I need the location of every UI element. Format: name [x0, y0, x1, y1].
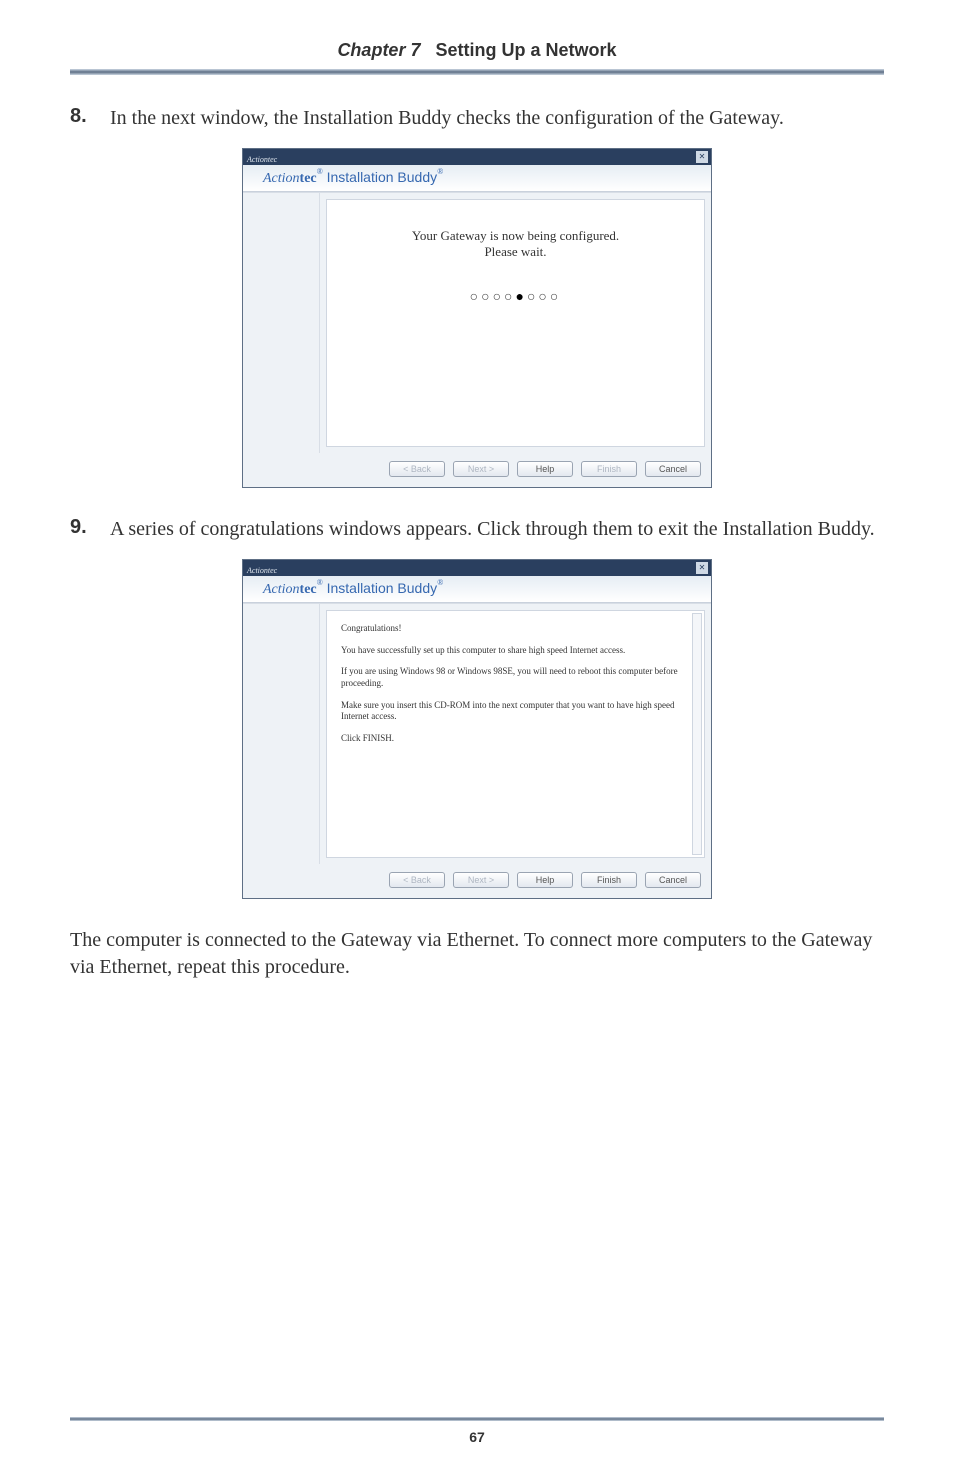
step-text: In the next window, the Installation Bud…	[110, 105, 884, 132]
brand: Actiontec® Installation Buddy®	[263, 582, 443, 597]
step-9: 9. A series of congratulations windows a…	[70, 516, 884, 543]
footer-rule	[70, 1417, 884, 1421]
cancel-button[interactable]: Cancel	[645, 461, 701, 477]
brand-tec: tec	[300, 171, 317, 186]
step-number: 8.	[70, 105, 110, 132]
main-panel: Congratulations! You have successfully s…	[326, 610, 705, 858]
close-icon[interactable]: ✕	[696, 151, 708, 163]
configure-message-2: Please wait.	[347, 244, 684, 260]
page-number: 67	[70, 1429, 884, 1445]
titlebar-label: Actiontec	[243, 566, 277, 575]
congrats-line-1: Congratulations!	[341, 623, 684, 635]
titlebar-label: Actiontec	[243, 155, 277, 164]
step-number: 9.	[70, 516, 110, 543]
brand-action: Action	[263, 171, 300, 186]
finish-button[interactable]: Finish	[581, 872, 637, 888]
dialog-footer: < Back Next > Help Finish Cancel	[243, 453, 711, 487]
side-column	[243, 193, 320, 453]
header-rule	[70, 69, 884, 75]
titlebar: Actiontec ✕	[243, 149, 711, 165]
brand: Actiontec® Installation Buddy®	[263, 171, 443, 186]
dialog-body: Your Gateway is now being configured. Pl…	[243, 192, 711, 453]
progress-dots: ○○○○●○○○	[347, 290, 684, 306]
chapter-title: Setting Up a Network	[436, 40, 617, 60]
congrats-line-5: Click FINISH.	[341, 733, 684, 745]
configure-message-1: Your Gateway is now being configured.	[347, 228, 684, 244]
congrats-text: Congratulations! You have successfully s…	[341, 623, 684, 745]
brand-action: Action	[263, 582, 300, 597]
back-button: < Back	[389, 872, 445, 888]
step-text: A series of congratulations windows appe…	[110, 516, 884, 543]
reg-mark-2: ®	[437, 578, 443, 587]
install-dialog-congrats: Actiontec ✕ Actiontec® Installation Budd…	[242, 559, 712, 899]
dialog-body: Congratulations! You have successfully s…	[243, 603, 711, 864]
finish-button: Finish	[581, 461, 637, 477]
scrollbar[interactable]	[692, 613, 702, 855]
step-8: 8. In the next window, the Installation …	[70, 105, 884, 132]
install-dialog-configuring: Actiontec ✕ Actiontec® Installation Budd…	[242, 148, 712, 488]
dialog-footer: < Back Next > Help Finish Cancel	[243, 864, 711, 898]
help-button[interactable]: Help	[517, 872, 573, 888]
closing-paragraph: The computer is connected to the Gateway…	[70, 927, 884, 981]
help-button[interactable]: Help	[517, 461, 573, 477]
congrats-line-2: You have successfully set up this comput…	[341, 645, 684, 657]
dot-empty-2: ○○○	[527, 290, 561, 305]
brand-suffix: Installation Buddy	[323, 169, 437, 185]
brand-band: Actiontec® Installation Buddy®	[243, 576, 711, 603]
main-panel: Your Gateway is now being configured. Pl…	[326, 199, 705, 447]
back-button: < Back	[389, 461, 445, 477]
dot-empty: ○○○○	[470, 290, 516, 305]
congrats-line-4: Make sure you insert this CD-ROM into th…	[341, 700, 684, 723]
next-button: Next >	[453, 872, 509, 888]
cancel-button[interactable]: Cancel	[645, 872, 701, 888]
next-button: Next >	[453, 461, 509, 477]
reg-mark: ®	[317, 167, 323, 176]
close-icon[interactable]: ✕	[696, 562, 708, 574]
brand-suffix: Installation Buddy	[323, 580, 437, 596]
brand-tec: tec	[300, 582, 317, 597]
page-footer: 67	[70, 1417, 884, 1445]
side-column	[243, 604, 320, 864]
titlebar: Actiontec ✕	[243, 560, 711, 576]
dot-filled: ●	[515, 290, 526, 305]
reg-mark: ®	[317, 578, 323, 587]
chapter-header: Chapter 7 Setting Up a Network	[70, 40, 884, 61]
brand-band: Actiontec® Installation Buddy®	[243, 165, 711, 192]
congrats-line-3: If you are using Windows 98 or Windows 9…	[341, 666, 684, 689]
chapter-label: Chapter 7	[337, 40, 420, 60]
reg-mark-2: ®	[437, 167, 443, 176]
